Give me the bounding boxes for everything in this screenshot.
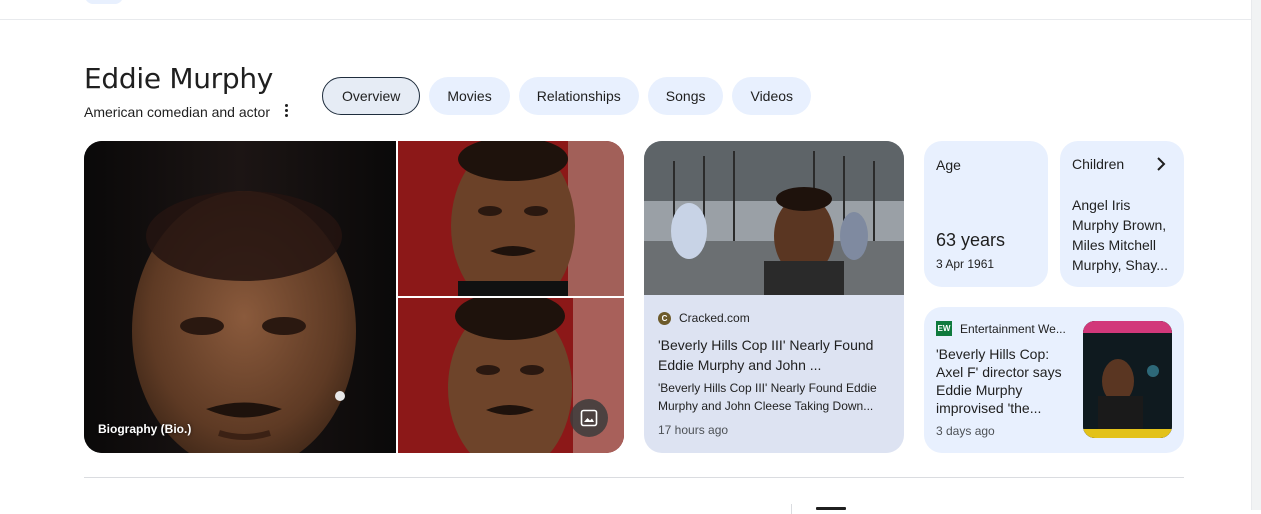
column-divider (791, 504, 792, 514)
age-card[interactable]: Age 63 years 3 Apr 1961 (924, 141, 1048, 287)
age-value: 63 years (936, 230, 1006, 250)
portrait-image-3[interactable] (398, 298, 624, 453)
more-options-icon[interactable] (280, 100, 292, 120)
entity-tabs: Overview Movies Relationships Songs Vide… (322, 77, 812, 115)
children-card[interactable]: Children Angel Iris Murphy Brown, Miles … (1060, 141, 1184, 287)
news-snippet: 'Beverly Hills Cop III' Nearly Found Edd… (658, 381, 877, 413)
age-label: Age (936, 157, 961, 173)
news-headline[interactable]: 'Beverly Hills Cop III' Nearly Found Edd… (658, 335, 890, 375)
tab-songs[interactable]: Songs (647, 77, 724, 115)
tab-videos[interactable]: Videos (732, 77, 812, 115)
news-thumbnail (1083, 321, 1172, 438)
news-thumbnail (644, 141, 904, 295)
birth-date: 3 Apr 1961 (936, 257, 995, 271)
top-nav-chip[interactable] (85, 0, 123, 4)
children-list: Angel Iris Murphy Brown, Miles Mitchell … (1072, 197, 1168, 273)
image-caption: Biography (Bio.) (98, 422, 192, 436)
page-scrollbar[interactable] (1251, 0, 1261, 510)
tab-overview[interactable]: Overview (322, 77, 421, 115)
entity-title: Eddie Murphy (84, 62, 274, 95)
news-source: Entertainment We... (960, 322, 1066, 336)
main-portrait-image[interactable]: Biography (Bio.) (84, 141, 396, 453)
tab-movies[interactable]: Movies (429, 77, 510, 115)
image-gallery-icon[interactable] (570, 399, 608, 437)
news-headline: 'Beverly Hills Cop: Axel F' director say… (936, 346, 1062, 416)
image-collage: Biography (Bio.) (84, 141, 624, 453)
tab-relationships[interactable]: Relationships (518, 77, 639, 115)
ew-logo-icon: EW (936, 321, 952, 336)
section-divider (84, 477, 1184, 478)
news-card-ew[interactable]: EW Entertainment We... 'Beverly Hills Co… (924, 307, 1184, 453)
header-divider (0, 19, 1252, 20)
next-section-peek (816, 504, 846, 510)
chevron-right-icon (1157, 157, 1166, 171)
cracked-favicon-icon: C (658, 311, 671, 325)
news-timestamp: 3 days ago (936, 424, 995, 438)
portrait-image-2[interactable] (398, 141, 624, 296)
news-timestamp: 17 hours ago (658, 423, 729, 437)
news-card-cracked[interactable]: C Cracked.com 'Beverly Hills Cop III' Ne… (644, 141, 904, 453)
entity-subtitle: American comedian and actor (84, 104, 270, 120)
news-source: Cracked.com (679, 311, 750, 325)
news-source-row: C Cracked.com (658, 311, 750, 325)
children-label: Children (1072, 156, 1125, 172)
